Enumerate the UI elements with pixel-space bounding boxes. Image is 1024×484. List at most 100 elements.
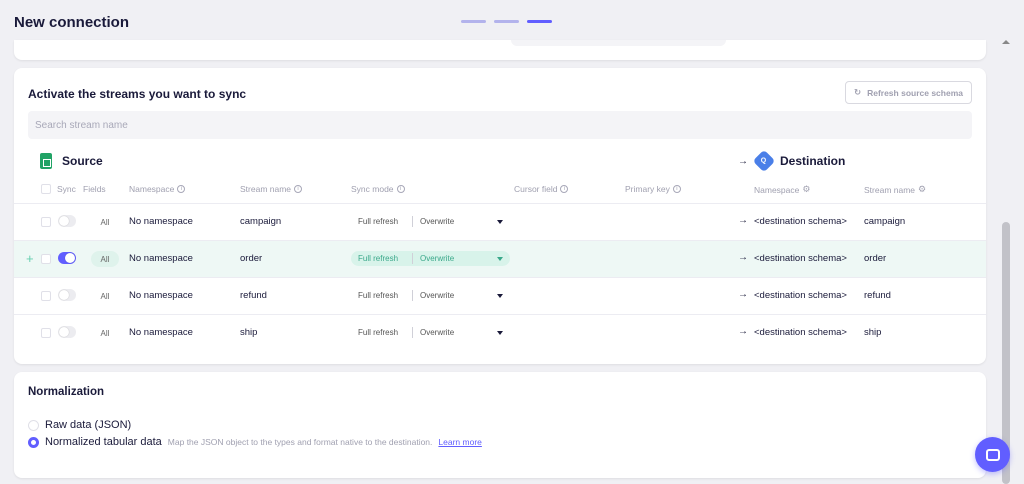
fields-all-badge[interactable]: All <box>91 325 119 341</box>
col-dest-stream-name: Stream name ⚙ <box>864 184 927 195</box>
bigquery-icon: Q <box>752 149 776 173</box>
sync-mode-destination: Overwrite <box>420 254 455 263</box>
col-sync: Sync <box>57 184 76 194</box>
sync-mode-dropdown[interactable]: Full refresh Overwrite <box>351 251 510 266</box>
streams-card: Activate the streams you want to sync ↻ … <box>14 68 986 364</box>
dest-namespace-value: <destination schema> <box>754 253 847 264</box>
info-icon[interactable]: i <box>294 185 303 193</box>
col-sync-mode: Sync mode i <box>351 184 405 194</box>
info-icon[interactable]: i <box>396 185 405 193</box>
step-1-bar <box>461 20 486 23</box>
fields-all-badge[interactable]: All <box>91 214 119 230</box>
refresh-schema-button[interactable]: ↻ Refresh source schema <box>844 81 972 104</box>
sync-mode-destination: Overwrite <box>420 291 455 300</box>
caret-down-icon <box>497 293 503 298</box>
stream-row-campaign[interactable]: All No namespace campaign Full refresh O… <box>14 203 986 240</box>
dest-stream-name-value: order <box>864 253 887 264</box>
scroll-up-icon[interactable] <box>1002 40 1010 44</box>
row-checkbox[interactable] <box>41 328 51 338</box>
step-2-bar <box>494 20 519 23</box>
dest-stream-name-value: ship <box>864 327 882 338</box>
stream-row-refund[interactable]: All No namespace refund Full refresh Ove… <box>14 277 986 314</box>
col-cursor-field: Cursor field i <box>514 184 569 194</box>
namespace-value: No namespace <box>129 327 193 338</box>
stream-name-value: refund <box>240 290 267 301</box>
step-indicator <box>461 20 552 23</box>
sync-mode-source: Full refresh <box>358 328 399 337</box>
refresh-icon: ↻ <box>853 87 862 97</box>
dest-namespace-value: <destination schema> <box>754 327 847 338</box>
sync-toggle[interactable] <box>58 289 76 301</box>
normalized-data-label: Normalized tabular data <box>45 436 162 448</box>
source-label: Source <box>62 154 103 168</box>
sync-mode-dropdown[interactable]: Full refresh Overwrite <box>351 288 510 303</box>
caret-down-icon <box>497 256 503 261</box>
chat-bubble-icon <box>985 448 1000 461</box>
normalized-data-option[interactable]: Normalized tabular data Map the JSON obj… <box>28 436 482 448</box>
search-stream-input[interactable]: Search stream name <box>28 111 972 139</box>
raw-data-option[interactable]: Raw data (JSON) <box>28 419 131 431</box>
sync-mode-source: Full refresh <box>358 217 399 226</box>
normalization-card: Normalization Raw data (JSON) Normalized… <box>14 372 986 478</box>
chat-support-button[interactable] <box>975 437 1010 472</box>
sync-toggle[interactable] <box>58 252 76 264</box>
info-icon[interactable]: i <box>672 185 681 193</box>
google-sheets-icon <box>40 153 52 169</box>
refresh-schema-label: Refresh source schema <box>867 87 963 98</box>
caret-down-icon <box>497 219 503 224</box>
arrow-right-icon: → <box>738 289 748 300</box>
row-checkbox[interactable] <box>41 217 51 227</box>
previous-section-card <box>14 40 986 60</box>
col-namespace: Namespace i <box>129 184 186 194</box>
sync-mode-dropdown[interactable]: Full refresh Overwrite <box>351 325 510 340</box>
raw-data-radio[interactable] <box>28 419 39 431</box>
arrow-right-icon: → <box>738 326 748 337</box>
namespace-value: No namespace <box>129 253 193 264</box>
sync-mode-dropdown[interactable]: Full refresh Overwrite <box>351 214 510 229</box>
header-bar: New connection <box>0 0 1000 44</box>
gear-icon[interactable]: ⚙ <box>918 184 926 195</box>
namespace-value: No namespace <box>129 216 193 227</box>
normalization-title: Normalization <box>28 386 105 398</box>
learn-more-link[interactable]: Learn more <box>438 437 481 447</box>
caret-down-icon <box>497 330 503 335</box>
stream-row-order[interactable]: + All No namespace order Full refresh Ov… <box>14 240 986 277</box>
arrow-right-icon: → <box>738 252 748 263</box>
normalized-data-radio[interactable] <box>28 436 39 448</box>
dest-namespace-value: <destination schema> <box>754 216 847 227</box>
col-fields: Fields <box>83 184 106 194</box>
stream-name-value: ship <box>240 327 258 338</box>
col-stream-name: Stream name i <box>240 184 303 194</box>
destination-header: → Q Destination <box>738 149 846 173</box>
row-checkbox[interactable] <box>41 254 51 264</box>
destination-label: Destination <box>780 154 846 168</box>
step-3-bar <box>527 20 552 23</box>
raw-data-label: Raw data (JSON) <box>45 419 132 431</box>
col-primary-key: Primary key i <box>625 184 681 194</box>
normalized-data-hint: Map the JSON object to the types and for… <box>167 437 433 447</box>
page-title: New connection <box>14 14 130 31</box>
info-icon[interactable]: i <box>560 185 569 193</box>
sync-mode-destination: Overwrite <box>420 328 455 337</box>
stream-row-ship[interactable]: All No namespace ship Full refresh Overw… <box>14 314 986 351</box>
expand-plus-icon[interactable]: + <box>26 251 34 266</box>
row-checkbox[interactable] <box>41 291 51 301</box>
namespace-value: No namespace <box>129 290 193 301</box>
arrow-right-icon: → <box>738 155 748 167</box>
gear-icon[interactable]: ⚙ <box>802 184 810 195</box>
source-header: Source <box>40 153 103 169</box>
sync-mode-source: Full refresh <box>358 254 399 263</box>
dest-stream-name-value: refund <box>864 290 891 301</box>
sync-toggle[interactable] <box>58 215 76 227</box>
previous-section-ghost <box>511 40 726 46</box>
fields-all-badge[interactable]: All <box>91 251 119 267</box>
page-scrollbar[interactable] <box>1000 36 1012 484</box>
stream-name-value: order <box>240 253 263 264</box>
col-dest-namespace: Namespace ⚙ <box>754 184 811 195</box>
sync-mode-source: Full refresh <box>358 291 399 300</box>
sync-toggle[interactable] <box>58 326 76 338</box>
info-icon[interactable]: i <box>177 185 186 193</box>
dest-stream-name-value: campaign <box>864 216 906 227</box>
select-all-checkbox[interactable] <box>41 184 51 194</box>
fields-all-badge[interactable]: All <box>91 288 119 304</box>
